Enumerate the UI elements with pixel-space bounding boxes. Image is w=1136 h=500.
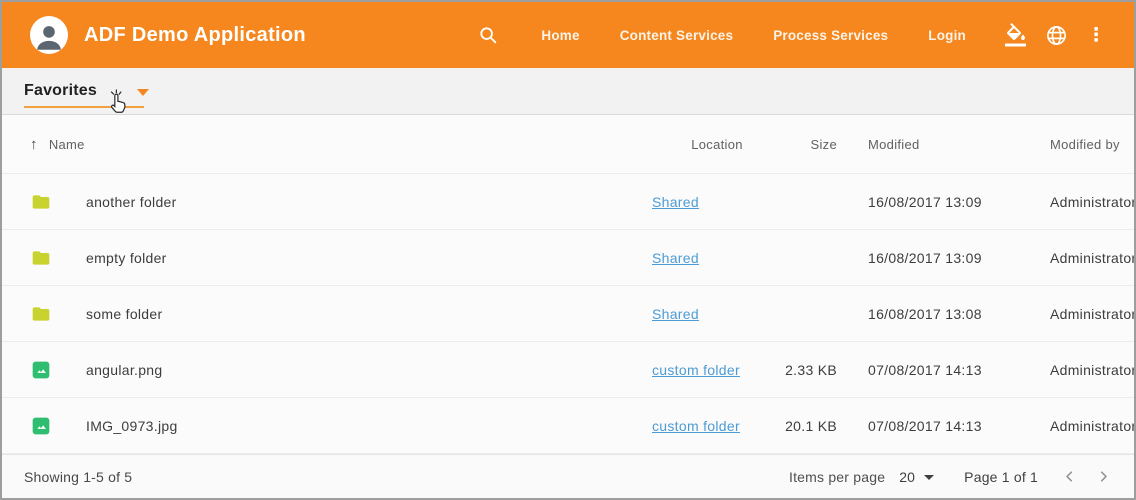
user-silhouette-icon: [32, 20, 66, 54]
nav-item-content-services[interactable]: Content Services: [600, 18, 754, 53]
sort-ascending-icon: ↑: [30, 136, 38, 153]
row-modified: 16/08/2017 13:09: [837, 250, 1019, 266]
row-modified-by: Administrator: [1019, 194, 1134, 210]
row-modified: 16/08/2017 13:08: [837, 306, 1019, 322]
table-row[interactable]: angular.png custom folder 2.33 KB 07/08/…: [2, 342, 1134, 398]
table-row[interactable]: some folder Shared 16/08/2017 13:08 Admi…: [2, 286, 1134, 342]
column-header-name-label: Name: [49, 137, 85, 152]
file-type-cell[interactable]: [2, 360, 66, 380]
row-modified-by: Administrator: [1019, 306, 1134, 322]
row-modified-by: Administrator: [1019, 418, 1134, 434]
row-location-cell: Shared: [652, 194, 782, 210]
app-header: ADF Demo Application Home Content Servic…: [2, 2, 1134, 68]
file-type-cell[interactable]: [2, 416, 66, 436]
chevron-down-icon: [924, 475, 934, 480]
table-row[interactable]: another folder Shared 16/08/2017 13:09 A…: [2, 174, 1134, 230]
items-per-page-label: Items per page: [789, 469, 885, 485]
row-size: 2.33 KB: [782, 362, 837, 378]
row-location-cell: custom folder: [652, 418, 782, 434]
header-tool-icons: ⋮: [996, 15, 1116, 55]
row-location-link[interactable]: Shared: [652, 194, 699, 210]
column-header-size[interactable]: Size: [782, 137, 837, 152]
items-per-page-value: 20: [899, 469, 915, 485]
color-fill-icon[interactable]: [996, 15, 1036, 55]
column-header-location[interactable]: Location: [652, 137, 782, 152]
avatar[interactable]: [30, 16, 68, 54]
row-size: 20.1 KB: [782, 418, 837, 434]
dropdown-underline: [24, 106, 144, 108]
language-globe-icon[interactable]: [1036, 15, 1076, 55]
row-modified: 07/08/2017 14:13: [837, 418, 1019, 434]
app-title: ADF Demo Application: [84, 24, 306, 47]
row-location-link[interactable]: custom folder: [652, 362, 740, 378]
row-name[interactable]: empty folder: [66, 250, 652, 266]
next-page-button[interactable]: [1086, 460, 1120, 494]
nav-item-home[interactable]: Home: [521, 18, 599, 53]
row-location-link[interactable]: custom folder: [652, 418, 740, 434]
file-type-cell[interactable]: [2, 248, 66, 268]
previous-page-button[interactable]: [1052, 460, 1086, 494]
column-header-name[interactable]: ↑ Name: [2, 136, 652, 153]
favorites-dropdown-label: Favorites: [24, 82, 97, 100]
search-icon[interactable]: [471, 18, 505, 52]
file-type-cell[interactable]: [2, 304, 66, 324]
items-per-page-select[interactable]: 20: [899, 469, 934, 485]
row-name[interactable]: another folder: [66, 194, 652, 210]
row-modified-by: Administrator: [1019, 362, 1134, 378]
file-type-cell[interactable]: [2, 192, 66, 212]
chevron-down-icon: [137, 89, 149, 96]
column-header-modified[interactable]: Modified: [837, 137, 1019, 152]
nav-item-process-services[interactable]: Process Services: [753, 18, 908, 53]
table-row[interactable]: IMG_0973.jpg custom folder 20.1 KB 07/08…: [2, 398, 1134, 454]
documents-datatable: ↑ Name Location Size Modified Modified b…: [2, 115, 1134, 454]
pagination-footer: Showing 1-5 of 5 Items per page 20 Page …: [2, 454, 1134, 498]
page-indicator-label: Page 1 of 1: [964, 469, 1038, 485]
row-location-cell: custom folder: [652, 362, 782, 378]
nav-item-login[interactable]: Login: [908, 18, 986, 53]
row-location-cell: Shared: [652, 306, 782, 322]
image-file-icon: [31, 360, 51, 380]
folder-icon: [31, 192, 51, 212]
app-window: ADF Demo Application Home Content Servic…: [0, 0, 1136, 500]
kebab-menu-icon[interactable]: ⋮: [1076, 15, 1116, 55]
row-name[interactable]: IMG_0973.jpg: [66, 418, 652, 434]
pagination-controls: Items per page 20 Page 1 of 1: [789, 460, 1120, 494]
row-modified: 16/08/2017 13:09: [837, 194, 1019, 210]
table-header-row: ↑ Name Location Size Modified Modified b…: [2, 115, 1134, 174]
row-location-link[interactable]: Shared: [652, 250, 699, 266]
favorites-dropdown[interactable]: Favorites: [24, 68, 149, 114]
row-modified-by: Administrator: [1019, 250, 1134, 266]
folder-icon: [31, 304, 51, 324]
row-location-cell: Shared: [652, 250, 782, 266]
column-header-modified-by[interactable]: Modified by: [1019, 137, 1134, 152]
row-name[interactable]: some folder: [66, 306, 652, 322]
row-modified: 07/08/2017 14:13: [837, 362, 1019, 378]
view-toolbar: Favorites: [2, 68, 1134, 115]
row-location-link[interactable]: Shared: [652, 306, 699, 322]
image-file-icon: [31, 416, 51, 436]
table-body: another folder Shared 16/08/2017 13:09 A…: [2, 174, 1134, 454]
table-row[interactable]: empty folder Shared 16/08/2017 13:09 Adm…: [2, 230, 1134, 286]
showing-range-label: Showing 1-5 of 5: [24, 469, 789, 485]
folder-icon: [31, 248, 51, 268]
row-name[interactable]: angular.png: [66, 362, 652, 378]
header-nav: Home Content Services Process Services L…: [521, 18, 986, 53]
